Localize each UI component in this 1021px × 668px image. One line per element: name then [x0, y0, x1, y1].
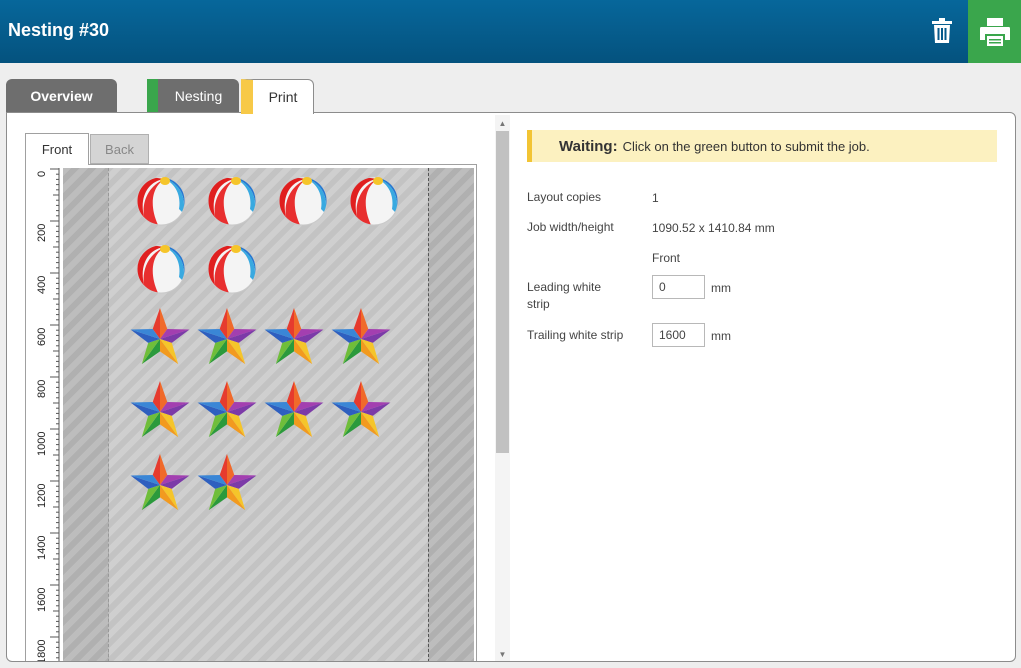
- ruler-label: 800: [36, 379, 48, 398]
- printer-icon: [979, 17, 1010, 46]
- ruler-label: 400: [36, 275, 48, 294]
- preview-canvas[interactable]: 0 200 400 600 800 1000 1200 1400 1600 1800: [25, 164, 477, 661]
- trailing-strip-input[interactable]: [652, 323, 705, 347]
- star-image[interactable]: [196, 454, 258, 519]
- leading-strip-input[interactable]: [652, 275, 705, 299]
- tab-front[interactable]: Front: [25, 133, 89, 165]
- star-image[interactable]: [196, 308, 258, 373]
- ruler-label: 200: [36, 223, 48, 242]
- star-image[interactable]: [263, 308, 325, 373]
- layout-copies-value: 1: [652, 191, 659, 205]
- beach-ball-image[interactable]: [135, 243, 187, 300]
- star-image[interactable]: [330, 381, 392, 446]
- trash-icon: [932, 18, 952, 43]
- star-image[interactable]: [129, 454, 191, 519]
- beach-ball-image[interactable]: [348, 175, 400, 232]
- ruler-label: 1800: [36, 639, 48, 661]
- ruler-label: 1600: [36, 587, 48, 612]
- tab-print[interactable]: Print: [241, 79, 314, 114]
- ruler-label: 1400: [36, 535, 48, 560]
- tab-overview[interactable]: Overview: [6, 79, 117, 113]
- job-size-label: Job width/height: [527, 220, 614, 234]
- print-button[interactable]: [968, 0, 1021, 63]
- tab-back[interactable]: Back: [90, 134, 149, 164]
- ruler-label: 0: [36, 170, 48, 177]
- star-image[interactable]: [263, 381, 325, 446]
- trailing-strip-unit: mm: [711, 329, 731, 343]
- layout-preview: Front Back 0 200 400 600 800 1000 1200 1400 1600…: [23, 133, 479, 661]
- page-title: Nesting #30: [8, 20, 110, 40]
- scroll-thumb[interactable]: [496, 131, 509, 453]
- ruler-label: 1200: [36, 483, 48, 508]
- beach-ball-image[interactable]: [135, 175, 187, 232]
- tab-nesting[interactable]: Nesting: [147, 79, 239, 113]
- print-panel: Front Back 0 200 400 600 800 1000 1200 1400 1600…: [6, 112, 1016, 662]
- right-margin: [428, 168, 474, 661]
- beach-ball-image[interactable]: [277, 175, 329, 232]
- star-image[interactable]: [129, 381, 191, 446]
- scroll-down-icon[interactable]: ▼: [495, 647, 510, 661]
- status-banner: Waiting: Click on the green button to su…: [527, 130, 997, 162]
- media-sheet: [63, 168, 474, 661]
- scroll-up-icon[interactable]: ▲: [495, 116, 510, 130]
- layout-copies-label: Layout copies: [527, 190, 602, 204]
- app-header: Nesting #30: [0, 0, 1021, 63]
- trailing-strip-label: Trailing white strip: [527, 328, 624, 342]
- job-size-value: 1090.52 x 1410.84 mm: [652, 221, 775, 235]
- beach-ball-image[interactable]: [206, 175, 258, 232]
- delete-button[interactable]: [922, 10, 962, 52]
- left-margin: [63, 168, 109, 661]
- vertical-scrollbar[interactable]: ▲ ▼: [495, 115, 510, 661]
- side-heading: Front: [652, 251, 681, 265]
- star-image[interactable]: [330, 308, 392, 373]
- status-state: Waiting:: [559, 137, 618, 155]
- vertical-ruler: 0 200 400 600 800 1000 1200 1400 1600 1800: [26, 168, 60, 661]
- status-message: Click on the green button to submit the …: [622, 138, 870, 154]
- ruler-label: 1000: [36, 431, 48, 456]
- star-image[interactable]: [196, 381, 258, 446]
- leading-strip-label: Leading white strip: [527, 280, 602, 311]
- star-image[interactable]: [129, 308, 191, 373]
- beach-ball-image[interactable]: [206, 243, 258, 300]
- leading-strip-unit: mm: [711, 281, 731, 295]
- ruler-label: 600: [36, 327, 48, 346]
